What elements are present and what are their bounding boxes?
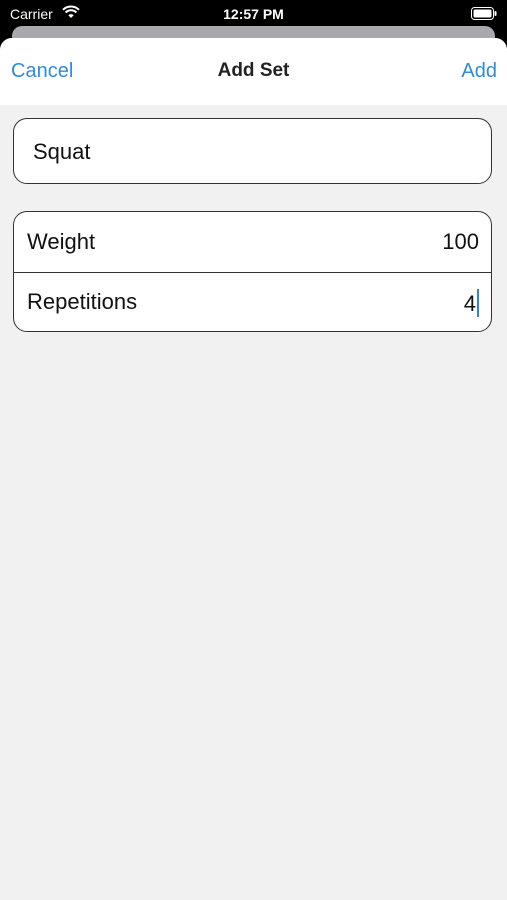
navigation-bar: Cancel Add Set Add xyxy=(0,38,507,105)
page-title: Add Set xyxy=(217,60,290,81)
repetitions-input[interactable]: 4 xyxy=(464,289,479,317)
weight-input[interactable]: 100 xyxy=(442,229,479,255)
repetitions-value: 4 xyxy=(463,291,476,316)
add-set-sheet: Cancel Add Set Add Squat Weight 100 Repe… xyxy=(0,38,507,900)
set-details-group: Weight 100 Repetitions 4 xyxy=(13,211,492,332)
exercise-name-field[interactable]: Squat xyxy=(13,118,492,184)
repetitions-row[interactable]: Repetitions 4 xyxy=(14,272,491,331)
text-cursor xyxy=(477,289,479,317)
battery-icon xyxy=(471,7,497,20)
weight-row[interactable]: Weight 100 xyxy=(14,212,491,273)
status-bar: Carrier 12:57 PM xyxy=(0,0,507,28)
exercise-name-value: Squat xyxy=(33,139,91,164)
weight-label: Weight xyxy=(27,229,96,254)
repetitions-label: Repetitions xyxy=(27,289,138,314)
status-time: 12:57 PM xyxy=(223,6,284,22)
add-button[interactable]: Add xyxy=(461,60,497,83)
